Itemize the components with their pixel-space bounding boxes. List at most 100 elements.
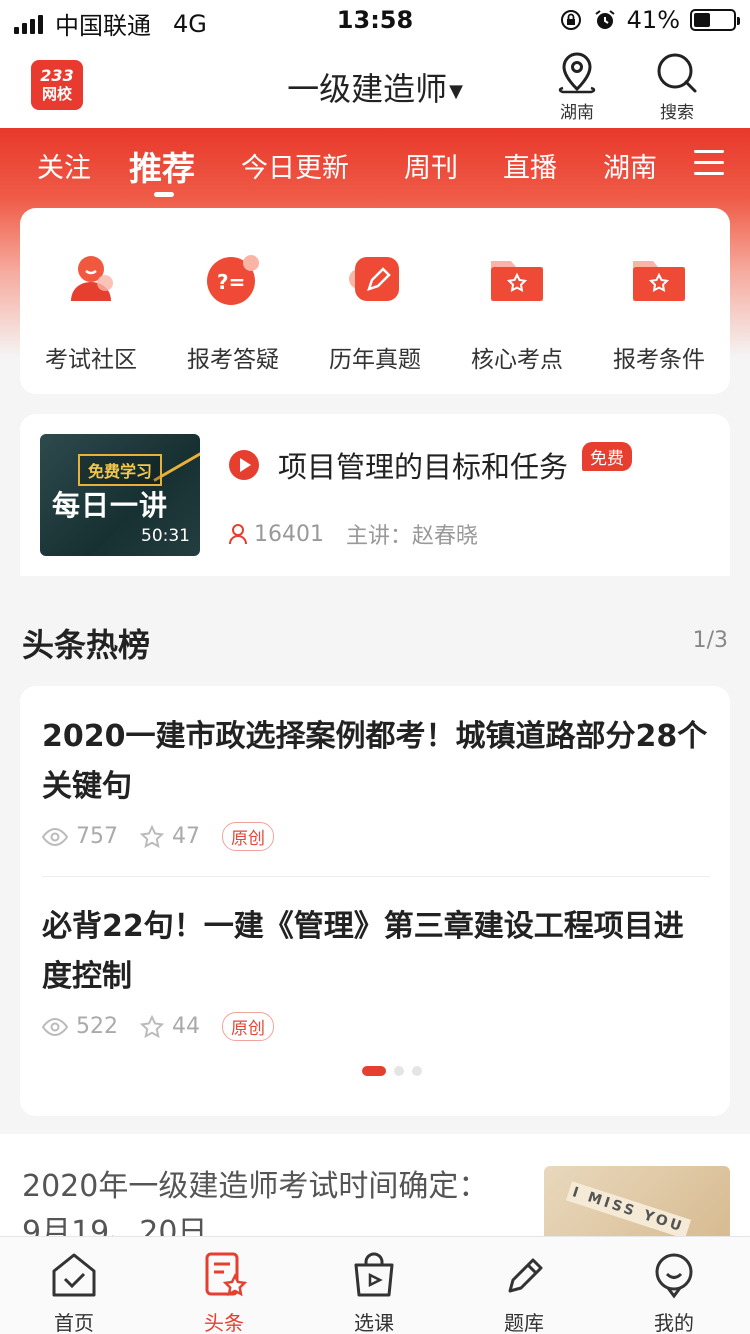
- tab-today-update[interactable]: 今日更新: [241, 146, 349, 185]
- battery-percent: 41%: [626, 6, 680, 34]
- tabbar-home[interactable]: 首页: [24, 1249, 124, 1334]
- tabbar-label: 选课: [354, 1311, 394, 1334]
- tabbar-label: 首页: [54, 1311, 94, 1334]
- menu-icon[interactable]: [694, 150, 724, 178]
- play-icon: [229, 450, 259, 480]
- article-meta: 757 47 原创: [42, 822, 710, 851]
- person-icon: [229, 524, 247, 545]
- app-header: 233 网校 一级建造师 ▼ 湖南 搜索: [0, 40, 750, 128]
- carousel-pager: [362, 1066, 422, 1076]
- tabbar-profile[interactable]: 我的: [624, 1249, 724, 1334]
- article-stars: 44: [172, 1014, 200, 1039]
- tabbar-headline[interactable]: 头条: [174, 1249, 274, 1334]
- tab-live[interactable]: 直播: [503, 146, 557, 185]
- battery-icon: [690, 9, 740, 31]
- home-icon: [52, 1253, 96, 1297]
- lecture-title-row: 项目管理的目标和任务 免费: [228, 441, 633, 486]
- pager-dot-active[interactable]: [362, 1066, 386, 1076]
- video-duration: 50:31: [141, 526, 190, 546]
- profile-icon: [655, 1253, 693, 1299]
- page-title: 一级建造师: [287, 70, 448, 108]
- article-stars: 47: [172, 824, 200, 849]
- active-tab-indicator: [154, 192, 174, 197]
- community-icon: [71, 256, 113, 301]
- location-label: 湖南: [560, 103, 594, 123]
- search-label: 搜索: [660, 103, 694, 123]
- view-count: 16401: [254, 521, 324, 547]
- location-pin-icon: [558, 52, 596, 94]
- qa-icon: ?=: [207, 255, 259, 305]
- section-title: 头条热榜: [22, 626, 151, 664]
- lecture-meta: 16401 主讲：赵春晓: [228, 518, 478, 550]
- hot-article[interactable]: 2020一建市政选择案例都考！城镇道路部分28个关键句 757 47 原创: [42, 712, 710, 851]
- logo-text: 网校: [41, 85, 72, 103]
- article-views: 522: [76, 1014, 118, 1039]
- pager-dot[interactable]: [394, 1066, 404, 1076]
- bottom-tab-bar: 首页 头条 选课 题库 我的: [0, 1236, 750, 1334]
- divider: [42, 876, 710, 877]
- pencil-icon: [508, 1258, 543, 1293]
- category-conditions[interactable]: 报考条件: [594, 244, 724, 374]
- tabbar-question-bank[interactable]: 题库: [474, 1249, 574, 1334]
- search-button[interactable]: 搜索: [647, 50, 707, 123]
- tabbar-label: 头条: [204, 1311, 244, 1334]
- logo-number: 233: [40, 66, 74, 85]
- status-bar: 中国联通 4G 13:58 41%: [0, 0, 750, 40]
- daily-lecture-card[interactable]: 免费学习 每日一讲 50:31 项目管理的目标和任务 免费 16401 主讲：赵…: [20, 414, 730, 576]
- tab-recommend[interactable]: 推荐: [129, 142, 195, 190]
- pencil-icon: [349, 257, 399, 301]
- article-meta: 522 44 原创: [42, 1012, 710, 1041]
- article-title: 2020一建市政选择案例都考！城镇道路部分28个关键句: [42, 719, 708, 804]
- section-page-indicator: 1/3: [692, 628, 728, 653]
- tabbar-label: 题库: [504, 1311, 544, 1334]
- article-views: 757: [76, 824, 118, 849]
- category-past-papers[interactable]: 历年真题: [310, 244, 440, 374]
- search-icon: [657, 53, 697, 93]
- channel-tabs: 关注 推荐 今日更新 周刊 直播 湖南: [0, 128, 750, 206]
- hot-list-card: 2020一建市政选择案例都考！城镇道路部分28个关键句 757 47 原创 必背…: [20, 686, 730, 1116]
- star-icon: [140, 824, 164, 848]
- tab-hunan[interactable]: 湖南: [603, 146, 657, 185]
- status-right: 41%: [559, 6, 740, 34]
- svg-text:?=: ?=: [217, 270, 245, 294]
- lecture-title: 项目管理的目标和任务: [278, 450, 569, 484]
- shopping-bag-icon: [354, 1252, 394, 1297]
- star-folder-icon: [491, 261, 543, 301]
- thumbnail-title: 每日一讲: [52, 489, 169, 522]
- eye-icon: [42, 827, 68, 846]
- thumbnail-caption: I MISS YOU: [565, 1181, 691, 1239]
- category-label: 报考答疑: [187, 347, 279, 373]
- tabbar-label: 我的: [654, 1311, 694, 1334]
- tabbar-courses[interactable]: 选课: [324, 1249, 424, 1334]
- original-tag: 原创: [222, 822, 274, 851]
- free-tag: 免费: [582, 441, 633, 471]
- alarm-icon: [595, 10, 615, 29]
- app-logo[interactable]: 233 网校: [31, 60, 83, 110]
- category-qa[interactable]: ?= 报考答疑: [168, 244, 298, 374]
- location-button[interactable]: 湖南: [547, 50, 607, 123]
- exam-selector[interactable]: 一级建造师 ▼: [240, 64, 510, 110]
- category-card: 考试社区 ?= 报考答疑 历年真题 核心考点 报考条件: [20, 208, 730, 394]
- rotation-lock-icon: [560, 10, 581, 30]
- category-label: 考试社区: [45, 347, 137, 373]
- article-title: 必背22句！一建《管理》第三章建设工程项目进度控制: [42, 909, 684, 994]
- hot-article[interactable]: 必背22句！一建《管理》第三章建设工程项目进度控制 522 44 原创: [42, 902, 710, 1041]
- category-community[interactable]: 考试社区: [26, 244, 156, 374]
- category-key-points[interactable]: 核心考点: [452, 244, 582, 374]
- caret-down-icon: ▼: [449, 80, 463, 102]
- headline-icon: [205, 1252, 248, 1297]
- lecture-thumbnail[interactable]: 免费学习 每日一讲 50:31: [40, 434, 200, 556]
- tab-follow[interactable]: 关注: [37, 146, 91, 185]
- lecturer-name: 主讲：赵春晓: [346, 524, 479, 549]
- star-folder-icon: [633, 261, 685, 301]
- category-label: 报考条件: [613, 347, 705, 373]
- free-study-badge: 免费学习: [78, 454, 163, 486]
- star-icon: [140, 1014, 164, 1038]
- original-tag: 原创: [222, 1012, 274, 1041]
- tab-weekly[interactable]: 周刊: [404, 146, 458, 185]
- category-label: 历年真题: [329, 347, 421, 373]
- news-item[interactable]: 2020年一级建造师考试时间确定：9月19、20日 I MISS YOU: [0, 1134, 750, 1256]
- pager-dot[interactable]: [412, 1066, 422, 1076]
- eye-icon: [42, 1017, 68, 1036]
- category-label: 核心考点: [471, 347, 563, 373]
